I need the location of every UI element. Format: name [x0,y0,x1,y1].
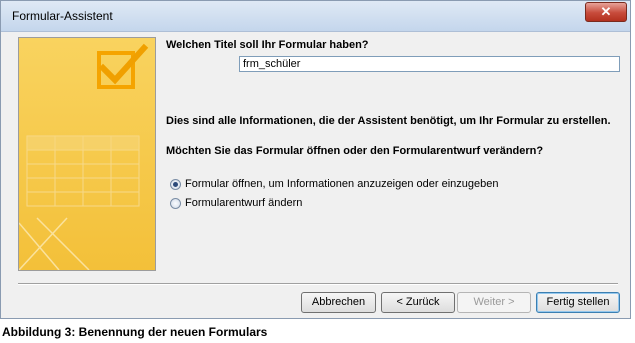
cancel-button[interactable]: Abbrechen [301,292,376,313]
option-edit-design-label: Formularentwurf ändern [185,197,303,209]
figure-caption: Abbildung 3: Benennung der neuen Formula… [2,325,268,339]
wizard-art-icon [19,38,155,270]
radio-edit-design[interactable] [170,197,181,209]
form-wizard-art [18,37,156,271]
button-separator [18,283,618,285]
info-text: Dies sind alle Informationen, die der As… [166,115,611,127]
radio-open-form[interactable] [170,178,181,190]
title-question: Welchen Titel soll Ihr Formular haben? [166,39,369,51]
form-wizard-dialog: Formular-Assistent ✕ Welchen Titel soll … [0,0,631,319]
title-bar: Formular-Assistent ✕ [1,1,630,32]
form-title-input[interactable] [239,56,620,72]
dialog-content: Welchen Titel soll Ihr Formular haben? D… [1,32,630,282]
option-edit-design[interactable]: Formularentwurf ändern [170,197,302,209]
back-button[interactable]: < Zurück [381,292,455,313]
window-title: Formular-Assistent [12,9,113,23]
close-button[interactable]: ✕ [585,2,627,22]
option-open-form[interactable]: Formular öffnen, um Informationen anzuze… [170,178,499,190]
option-open-form-label: Formular öffnen, um Informationen anzuze… [185,178,499,190]
finish-button[interactable]: Fertig stellen [536,292,620,313]
next-button[interactable]: Weiter > [457,292,531,313]
open-question: Möchten Sie das Formular öffnen oder den… [166,145,544,157]
